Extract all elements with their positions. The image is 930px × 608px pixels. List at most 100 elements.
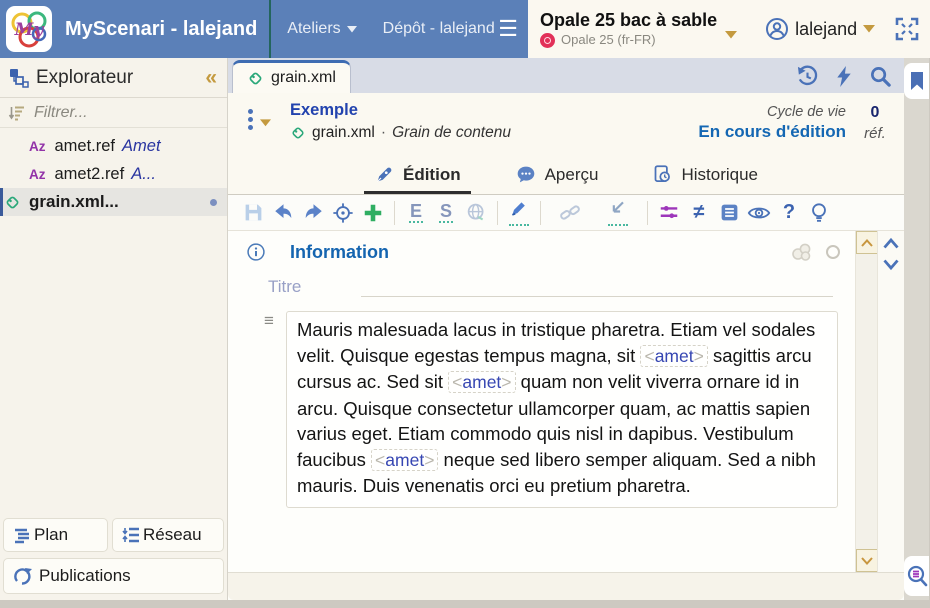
section-title: Information	[290, 242, 389, 263]
emphasis-button[interactable]: E	[401, 199, 431, 227]
bookmark-icon	[909, 71, 925, 91]
paragraph-row: ≡ Mauris malesuada lacus in tristique ph…	[246, 311, 855, 508]
grain-content-icon	[4, 194, 21, 211]
next-section-icon[interactable]	[882, 258, 900, 271]
differences-button[interactable]: ≠	[684, 199, 714, 227]
svg-text:My: My	[14, 20, 45, 40]
hyperlink-button[interactable]	[555, 199, 585, 227]
workspace-selector[interactable]: Opale 25 bac à sable Opale 25 (fr-FR)	[540, 10, 717, 48]
tab-grain-xml[interactable]: grain.xml	[232, 60, 351, 93]
status-circle-icon[interactable]	[825, 244, 841, 260]
globe-link-button[interactable]	[461, 199, 491, 227]
filter-row	[0, 98, 227, 128]
titre-field-row: Titre	[246, 277, 855, 297]
search-icon[interactable]	[869, 65, 892, 88]
editor-content[interactable]: Information	[228, 231, 855, 572]
outline-list-button[interactable]	[714, 199, 744, 227]
insert-into-button[interactable]	[603, 199, 633, 227]
explorer-item-grain-xml[interactable]: grain.xml...	[0, 188, 227, 216]
user-menu[interactable]: lalejand	[765, 17, 875, 41]
paragraph-editor[interactable]: Mauris malesuada lacus in tristique phar…	[286, 311, 838, 508]
history-icon[interactable]	[796, 65, 819, 88]
locate-button[interactable]	[328, 199, 358, 227]
titre-field[interactable]	[361, 277, 833, 297]
explorer-item-list: Az amet.ref Amet Az amet2.ref A... grain…	[0, 128, 227, 216]
workspace-caret-icon[interactable]	[725, 31, 737, 39]
myscenari-logo[interactable]: My	[6, 6, 52, 52]
explorer-item-amet-ref[interactable]: Az amet.ref Amet	[0, 132, 227, 160]
redo-button[interactable]	[298, 199, 328, 227]
toolbar-separator	[647, 201, 648, 225]
save-button[interactable]	[238, 199, 268, 227]
comment-cluster-icon[interactable]	[789, 241, 815, 263]
scroll-down-button[interactable]	[856, 549, 878, 572]
explorer-title: Explorateur	[36, 67, 205, 89]
network-icon	[121, 525, 141, 545]
lightning-icon[interactable]	[834, 65, 854, 88]
block-handle-icon[interactable]: ≡	[264, 311, 286, 508]
prev-section-icon[interactable]	[882, 237, 900, 250]
references-count: 0	[846, 103, 904, 124]
doc-caret-icon[interactable]	[260, 119, 271, 127]
references-block[interactable]: 0 réf.	[846, 101, 904, 155]
link-chain-icon	[559, 202, 581, 224]
amet-chip[interactable]: <amet>	[448, 371, 515, 393]
collapse-sidebar-icon[interactable]: «	[205, 67, 217, 88]
globe-link-icon	[466, 202, 487, 223]
lifecycle-block: Cycle de vie En cours d'édition	[698, 101, 846, 155]
opale-model-icon	[540, 33, 555, 48]
nav-ateliers[interactable]: Ateliers	[287, 20, 356, 38]
tab-edition[interactable]: Édition	[370, 155, 465, 194]
references-label: réf.	[846, 124, 904, 144]
edit-toolbar: E S	[228, 195, 904, 231]
help-button[interactable]: ?	[774, 199, 804, 227]
lifecycle-status[interactable]: En cours d'édition	[698, 121, 846, 142]
amet-chip[interactable]: <amet>	[371, 449, 438, 471]
right-dock	[904, 58, 929, 600]
inline-edit-button[interactable]	[504, 199, 534, 227]
explorer-tree-icon	[8, 67, 29, 88]
plan-button[interactable]: Plan	[3, 518, 108, 552]
main-pane: grain.xml	[228, 58, 904, 600]
sidebar-footer: Plan Réseau Publication	[0, 515, 227, 600]
modified-dot	[210, 199, 217, 206]
body: Explorateur « Az amet.ref Amet Az amet	[0, 58, 930, 600]
special-style-button[interactable]: S	[431, 199, 461, 227]
fullscreen-icon[interactable]	[894, 16, 920, 42]
nav-depot[interactable]: Dépôt - lalejand	[383, 20, 495, 38]
user-name: lalejand	[795, 19, 857, 40]
titre-field-label: Titre	[268, 277, 301, 297]
lifecycle-label: Cycle de vie	[698, 103, 846, 121]
filter-input[interactable]	[34, 104, 184, 122]
suggestion-button[interactable]	[804, 199, 834, 227]
chevron-up-icon	[860, 238, 874, 248]
tab-historique[interactable]: Historique	[648, 155, 762, 194]
scroll-track[interactable]	[856, 254, 877, 549]
search-dock-button[interactable]	[904, 556, 929, 596]
user-caret-icon	[863, 25, 875, 33]
tab-apercu[interactable]: Aperçu	[511, 155, 603, 194]
explorer-item-amet2-ref[interactable]: Az amet2.ref A...	[0, 160, 227, 188]
filter-sort-icon	[8, 104, 26, 122]
chevron-down-icon	[347, 26, 357, 33]
paragraph-text: Mauris malesuada lacus in tristique phar…	[297, 319, 816, 496]
document-controls	[228, 101, 290, 155]
bookmark-dock-button[interactable]	[904, 63, 929, 99]
document-subtitle: grain.xml · Grain de contenu	[290, 124, 511, 143]
app-window: My MyScenari - lalejand Ateliers Dépôt -…	[0, 0, 930, 608]
reseau-button[interactable]: Réseau	[112, 518, 224, 552]
filter-settings-button[interactable]	[654, 199, 684, 227]
amet-chip[interactable]: <amet>	[640, 345, 707, 367]
scroll-up-button[interactable]	[856, 231, 878, 254]
ref-az-icon: Az	[29, 139, 46, 154]
kebab-menu-icon[interactable]	[248, 109, 253, 130]
hamburger-menu-icon[interactable]: ☰	[498, 18, 518, 40]
document-type: Grain de contenu	[392, 124, 511, 143]
grain-content-icon	[290, 125, 306, 141]
undo-button[interactable]	[268, 199, 298, 227]
toolbar-separator	[540, 201, 541, 225]
add-button[interactable]	[358, 199, 388, 227]
preview-source-button[interactable]	[744, 199, 774, 227]
publications-button[interactable]: Publications	[3, 558, 224, 594]
header-divider	[269, 0, 271, 58]
